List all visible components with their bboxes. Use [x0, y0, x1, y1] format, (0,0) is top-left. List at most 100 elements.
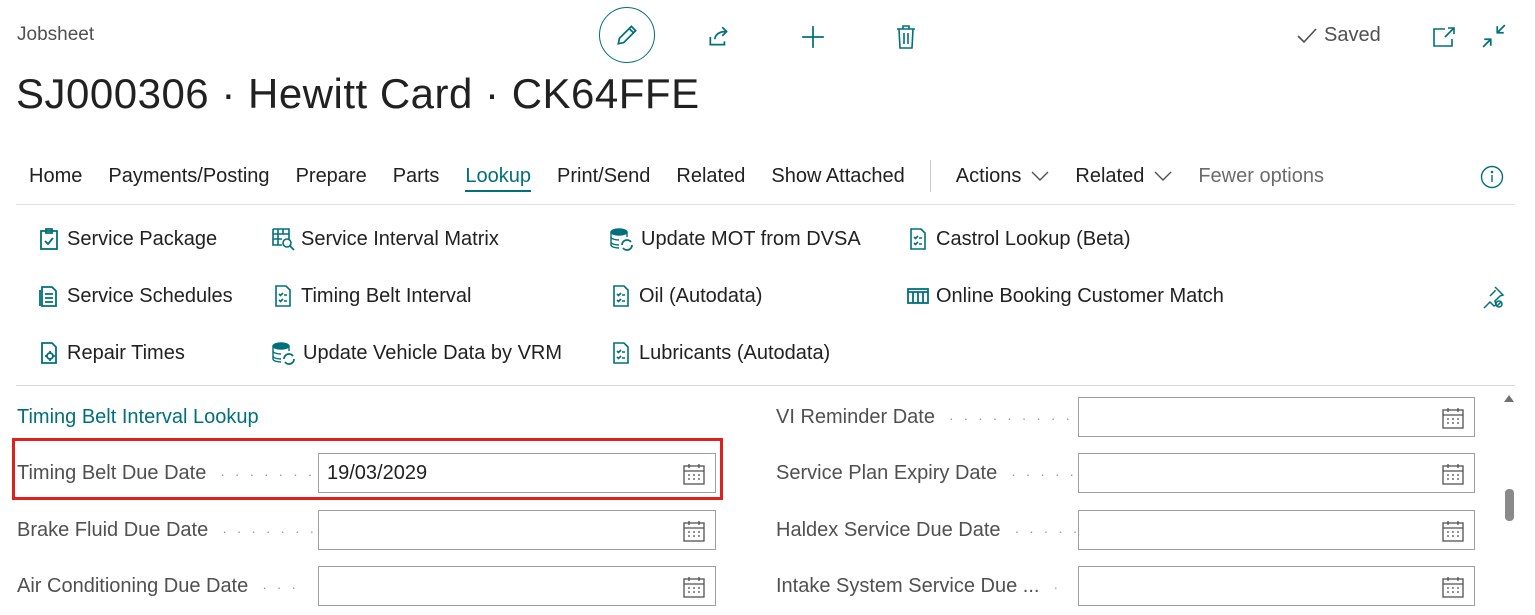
document-checklist-icon [275, 285, 291, 307]
action-label: Online Booking Customer Match [936, 284, 1224, 307]
online-booking-customer-match-action[interactable]: Online Booking Customer Match [906, 284, 1224, 308]
repair-times-action[interactable]: Repair Times [37, 341, 185, 365]
calendar-icon [1442, 408, 1464, 429]
caret-up-icon [1504, 395, 1514, 402]
clipboard-check-icon [40, 228, 58, 250]
tab-lookup[interactable]: Lookup [452, 152, 544, 200]
air-conditioning-due-date-label: Air Conditioning Due Date · · · [17, 575, 299, 598]
air-conditioning-due-date-field[interactable] [318, 566, 716, 606]
saved-status: Saved [1296, 24, 1381, 47]
calendar-icon [683, 521, 705, 542]
actions-panel-bottom-divider [16, 385, 1515, 386]
action-label: Service Package [67, 227, 218, 250]
leader-dots: · · · · · [1014, 522, 1081, 539]
document-checklist-icon [613, 342, 629, 364]
service-plan-expiry-date-field[interactable] [1078, 453, 1475, 493]
action-label: Service Interval Matrix [301, 227, 499, 250]
actions-dropdown-label: Actions [955, 164, 1022, 187]
chevron-down-icon [1154, 171, 1172, 181]
scrollbar-thumb[interactable] [1505, 489, 1514, 521]
service-package-action[interactable]: Service Package [37, 227, 217, 251]
field-label-text: Haldex Service Due Date [776, 519, 1001, 541]
new-button[interactable] [798, 22, 828, 52]
tab-prepare[interactable]: Prepare [283, 152, 380, 200]
castrol-lookup-action[interactable]: Castrol Lookup (Beta) [906, 227, 1131, 251]
action-label: Timing Belt Interval [301, 284, 472, 307]
open-new-window-button[interactable] [1431, 24, 1457, 50]
update-vehicle-data-action[interactable]: Update Vehicle Data by VRM [271, 341, 562, 365]
unpin-actions-button[interactable] [1480, 284, 1506, 310]
action-label: Castrol Lookup (Beta) [936, 227, 1131, 250]
field-label-text: Air Conditioning Due Date [17, 575, 249, 597]
calendar-icon [683, 577, 705, 598]
actions-panel-divider [16, 204, 1515, 205]
document-list-icon [39, 286, 57, 307]
haldex-service-due-date-label: Haldex Service Due Date · · · · · [776, 519, 1080, 542]
highlight-box [12, 438, 723, 500]
breadcrumb: Jobsheet [17, 24, 95, 45]
tab-parts[interactable]: Parts [380, 152, 453, 200]
update-mot-from-dvsa-action[interactable]: Update MOT from DVSA [609, 227, 861, 251]
tab-print-send[interactable]: Print/Send [544, 152, 663, 200]
fewer-options-link[interactable]: Fewer options [1185, 152, 1337, 200]
tab-related[interactable]: Related [663, 152, 758, 200]
brake-fluid-due-date-label: Brake Fluid Due Date · · · · · · · [17, 519, 317, 542]
scroll-up-arrow[interactable] [1503, 390, 1515, 408]
action-label: Service Schedules [67, 284, 233, 307]
leader-dots: · · · · · · · [222, 522, 318, 539]
field-label-text: Service Plan Expiry Date [776, 462, 998, 484]
action-label: Update MOT from DVSA [641, 227, 861, 250]
plus-icon [802, 26, 824, 48]
trash-icon [897, 25, 915, 49]
calendar-icon [1442, 577, 1464, 598]
leader-dots: · · · [262, 578, 300, 595]
leader-dots: · [1053, 578, 1062, 595]
service-interval-matrix-action[interactable]: Service Interval Matrix [271, 227, 499, 251]
haldex-service-due-date-field[interactable] [1078, 510, 1475, 550]
saved-label: Saved [1324, 24, 1381, 46]
open-in-new-window-icon [1433, 27, 1455, 47]
action-label: Lubricants (Autodata) [639, 341, 831, 364]
actions-dropdown[interactable]: Actions [943, 152, 1063, 200]
field-label-text: Intake System Service Due ... [776, 575, 1040, 597]
tab-home[interactable]: Home [16, 152, 95, 200]
info-button[interactable] [1480, 165, 1504, 189]
calendar-icon [1442, 464, 1464, 485]
collapse-button[interactable] [1480, 22, 1508, 50]
edit-button[interactable] [599, 7, 655, 63]
checkmark-icon [1297, 27, 1317, 43]
tab-show-attached[interactable]: Show Attached [758, 152, 917, 200]
menu-divider [929, 160, 931, 192]
document-gear-icon [41, 342, 57, 364]
delete-button[interactable] [891, 22, 921, 52]
intake-system-service-due-label: Intake System Service Due ... · [776, 575, 1061, 598]
collapse-icon [1482, 24, 1506, 48]
field-label-text: Brake Fluid Due Date [17, 519, 209, 541]
tab-payments-posting[interactable]: Payments/Posting [95, 152, 282, 200]
action-label: Oil (Autodata) [639, 284, 763, 307]
vi-reminder-date-field[interactable] [1078, 397, 1475, 437]
field-label-text: VI Reminder Date [776, 406, 935, 428]
oil-autodata-action[interactable]: Oil (Autodata) [609, 284, 762, 308]
brake-fluid-due-date-field[interactable] [318, 510, 716, 550]
unpin-icon [1483, 286, 1505, 309]
share-button[interactable] [704, 22, 734, 52]
section-title[interactable]: Timing Belt Interval Lookup [17, 406, 259, 429]
vi-reminder-date-label: VI Reminder Date · · · · · · · · · · · [776, 406, 1102, 429]
document-checklist-icon [910, 228, 926, 250]
document-checklist-icon [613, 285, 629, 307]
action-menu-bar: Home Payments/Posting Prepare Parts Look… [16, 152, 1337, 200]
pencil-icon [617, 25, 637, 45]
service-schedules-action[interactable]: Service Schedules [37, 284, 233, 308]
info-icon [1480, 165, 1504, 189]
related-dropdown[interactable]: Related [1062, 152, 1185, 200]
service-plan-expiry-date-label: Service Plan Expiry Date · · · · · [776, 462, 1077, 485]
table-search-icon [272, 228, 295, 251]
action-label: Update Vehicle Data by VRM [303, 341, 563, 364]
timing-belt-interval-action[interactable]: Timing Belt Interval [271, 284, 471, 308]
calendar-icon [1442, 521, 1464, 542]
action-label: Repair Times [67, 341, 185, 364]
lubricants-autodata-action[interactable]: Lubricants (Autodata) [609, 341, 830, 365]
share-icon [709, 26, 728, 46]
intake-system-service-due-field[interactable] [1078, 566, 1475, 606]
